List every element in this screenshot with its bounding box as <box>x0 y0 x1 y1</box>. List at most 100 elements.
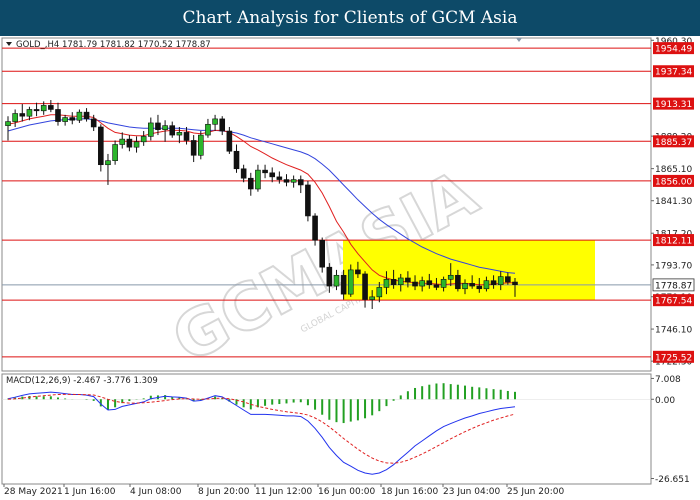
time-tick-label-3: 8 Jun 20:00 <box>198 487 250 497</box>
time-tick-label-4: 11 Jun 12:00 <box>255 487 312 497</box>
candle-body <box>148 122 154 137</box>
candle-body <box>319 239 325 268</box>
level-label-6: 1767.54 <box>655 297 692 307</box>
candle-body <box>390 279 397 286</box>
candle-body <box>476 285 483 290</box>
candle-body <box>90 118 97 128</box>
time-tick-label-0: 28 May 2021 <box>4 487 63 497</box>
candle-body <box>255 169 261 190</box>
price-axis: 1960.301889.201865.101841.301817.201793.… <box>651 37 695 368</box>
price-tick-label-2: 1865.10 <box>655 165 692 175</box>
candle-body <box>190 140 197 156</box>
candle-body <box>440 279 447 288</box>
candle-body <box>490 280 497 286</box>
candle-body <box>362 273 368 300</box>
macd-tick-label-2: -26.651 <box>655 475 690 485</box>
candle-body <box>140 136 147 143</box>
time-tick-label-7: 23 Jun 04:00 <box>443 487 500 497</box>
macd-tick-label-1: 0.00 <box>655 396 675 406</box>
level-label-2: 1913.31 <box>655 100 692 110</box>
price-chart: GCMASIAGLOBAL CAPITAL MARKETS 1960.30188… <box>1 37 695 497</box>
candle-body <box>198 134 204 156</box>
candle-body <box>369 296 375 300</box>
candle-body <box>212 118 218 125</box>
candle-body <box>76 111 83 121</box>
symbol-info-text: GOLD_,H4 1781.79 1781.82 1770.52 1778.87 <box>16 40 211 50</box>
candle-body <box>233 150 240 170</box>
candle-body <box>412 281 418 287</box>
candle-body <box>355 269 361 275</box>
candle-body <box>462 283 468 290</box>
candle-body <box>12 113 18 122</box>
candle-body <box>247 177 254 190</box>
candle-body <box>19 113 26 117</box>
candle-body <box>497 276 504 286</box>
level-label-1: 1937.34 <box>655 68 692 78</box>
candle-body <box>26 109 33 117</box>
candle-body <box>376 287 383 298</box>
current-price-label: 1778.87 <box>655 281 692 291</box>
time-axis: 28 May 2021 1 Jun 16:00 4 Jun 08:00 8 Jun 2… <box>3 484 564 497</box>
candle-body <box>162 125 168 130</box>
candle-body <box>176 132 183 136</box>
candle-13 <box>98 124 104 172</box>
candle-body <box>112 144 118 161</box>
candle-body <box>83 111 90 120</box>
candle-body <box>326 266 333 287</box>
level-label-7: 1725.52 <box>655 353 692 363</box>
candle-body <box>347 269 354 295</box>
candle-body <box>105 160 111 166</box>
candle-body <box>169 125 176 136</box>
candle-body <box>419 280 425 287</box>
candle-body <box>397 277 404 286</box>
candle-body <box>305 184 311 217</box>
candle-body <box>455 274 461 290</box>
page-title: Chart Analysis for Clients of GCM Asia <box>0 0 700 36</box>
candle-body <box>512 281 518 286</box>
candle-27 <box>198 131 204 160</box>
candle-body <box>433 284 440 288</box>
candle-body <box>155 122 161 130</box>
candle-body <box>133 141 140 148</box>
level-label-0: 1954.49 <box>655 45 692 55</box>
candle-body <box>226 130 233 152</box>
candle-body <box>126 138 133 148</box>
candle-body <box>447 274 454 280</box>
candle-body <box>5 121 11 126</box>
candle-body <box>62 117 68 122</box>
candle-body <box>483 280 490 290</box>
candle-body <box>469 283 475 287</box>
time-tick-label-1: 1 Jun 16:00 <box>64 487 116 497</box>
level-label-5: 1812.11 <box>655 237 692 247</box>
macd-plot-area <box>1 373 652 485</box>
candle-body <box>33 109 40 112</box>
time-tick-label-6: 18 Jun 16:00 <box>381 487 438 497</box>
candle-body <box>505 276 511 283</box>
candle-31 <box>226 126 233 154</box>
candle-body <box>262 169 268 174</box>
candle-44 <box>319 237 325 273</box>
time-tick-label-8: 25 Jun 20:00 <box>507 487 564 497</box>
candle-body <box>297 179 304 186</box>
price-tick-label-5: 1793.70 <box>655 261 692 271</box>
candle-body <box>55 109 61 122</box>
candle-body <box>312 215 318 241</box>
macd-tick-label-0: 7.008 <box>655 375 681 385</box>
price-tick-label-3: 1841.30 <box>655 197 692 207</box>
candle-body <box>269 172 276 178</box>
candle-body <box>405 277 411 283</box>
price-tick-label-7: 1746.10 <box>655 326 692 336</box>
candle-body <box>98 126 104 166</box>
candle-body <box>383 279 390 288</box>
candle-body <box>183 132 190 141</box>
candle-body <box>119 138 126 145</box>
candle-body <box>205 123 211 136</box>
candle-body <box>276 176 283 180</box>
candle-body <box>40 105 47 112</box>
macd-title: MACD(12,26,9) -2.467 -3.776 1.309 <box>6 376 158 386</box>
candle-body <box>219 118 226 132</box>
candle-body <box>283 179 290 183</box>
candle-body <box>240 168 247 179</box>
candle-body <box>340 274 347 295</box>
candle-42 <box>305 180 311 222</box>
